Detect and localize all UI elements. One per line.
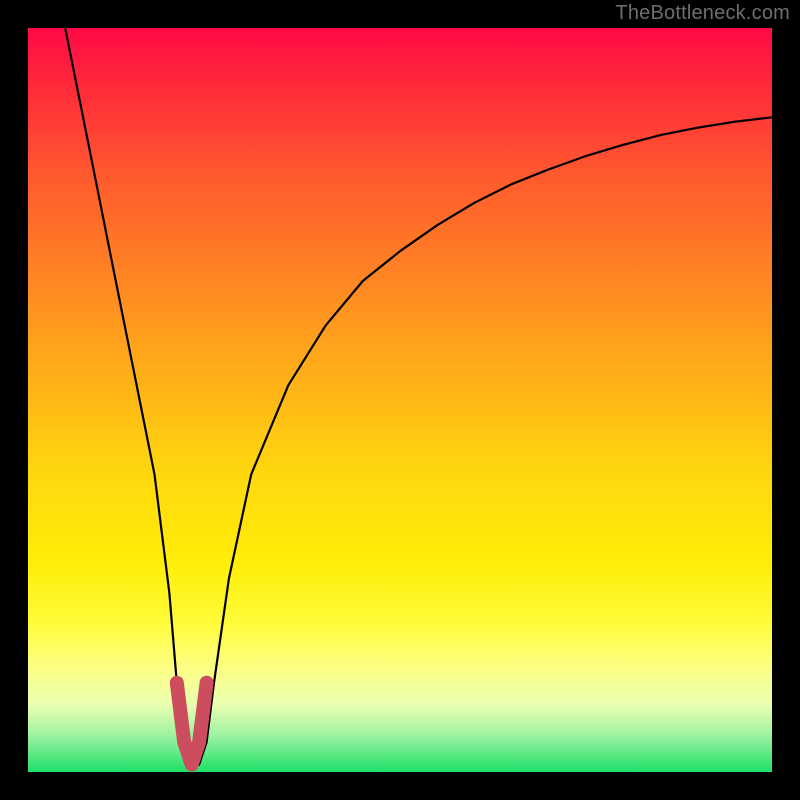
bottleneck-curve [65, 28, 772, 765]
chart-frame: TheBottleneck.com [0, 0, 800, 800]
chart-svg [28, 28, 772, 772]
plot-area [28, 28, 772, 772]
valley-marker [177, 683, 207, 765]
attribution-label: TheBottleneck.com [615, 2, 790, 25]
